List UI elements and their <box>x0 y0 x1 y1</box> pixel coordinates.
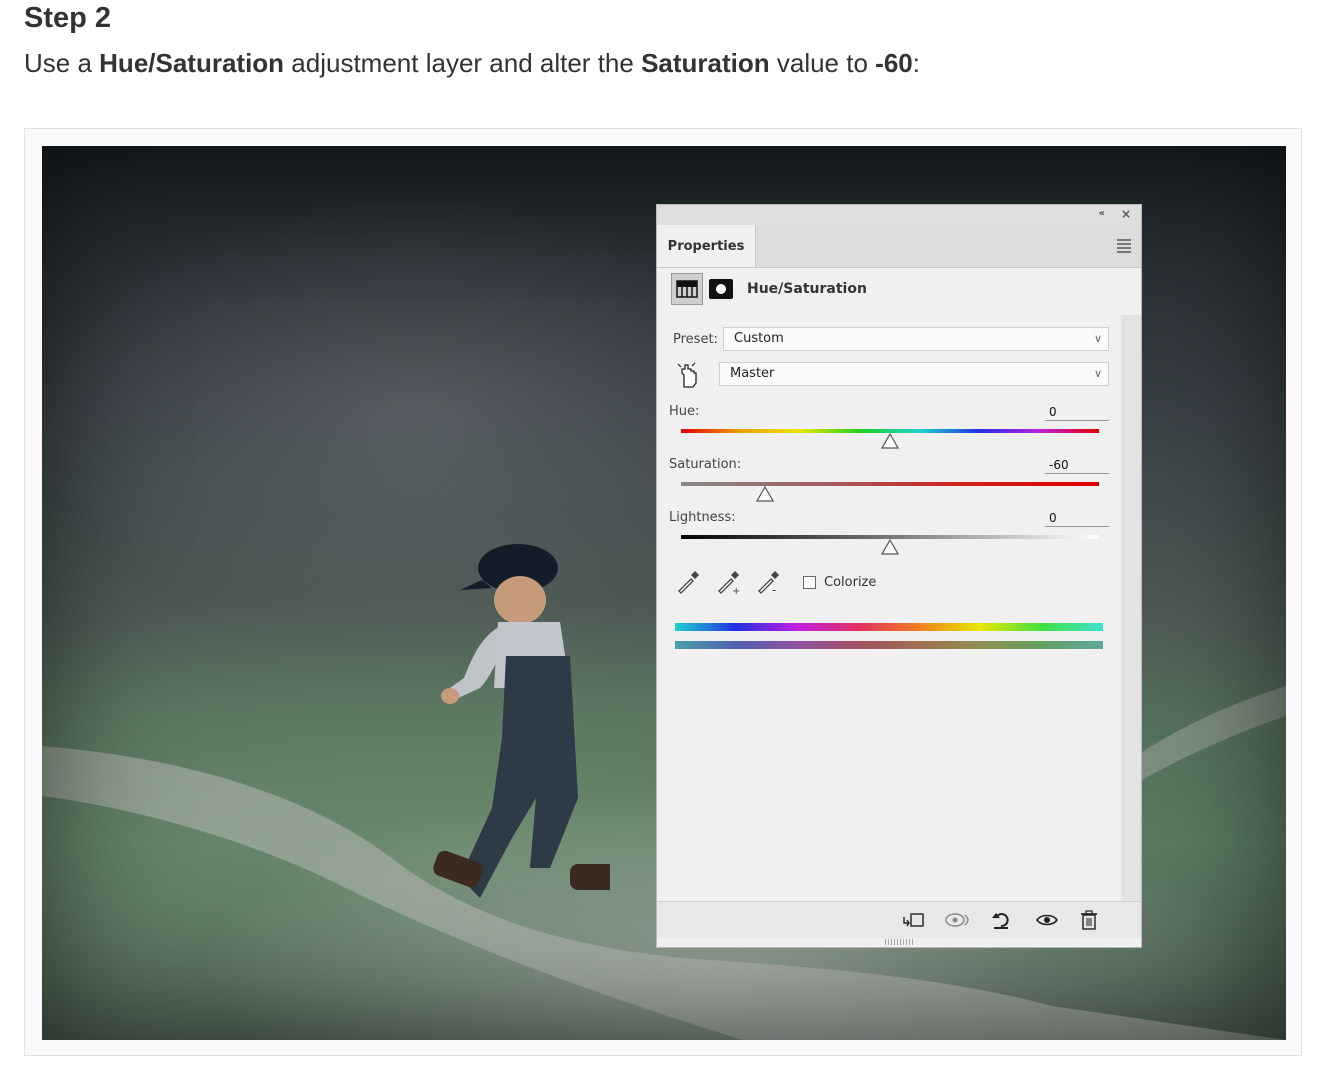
saturation-label: Saturation: <box>669 457 742 472</box>
input-color-bar <box>675 623 1103 631</box>
preset-select[interactable]: Custom ∨ <box>723 327 1109 351</box>
properties-panel: « × Properties Hue/Saturation Preset: Cu… <box>656 204 1142 948</box>
panel-title-bar: « × <box>657 205 1141 226</box>
eyedropper-tools: + - Colorize <box>675 569 876 595</box>
collapse-panel-icon[interactable]: « <box>1099 208 1105 219</box>
colorize-checkbox[interactable] <box>803 575 816 589</box>
tab-properties[interactable]: Properties <box>657 225 756 267</box>
hue-saturation-icon[interactable] <box>671 273 703 305</box>
targeted-adjustment-hand-icon[interactable] <box>675 361 701 389</box>
chevron-down-icon: ∨ <box>1093 367 1102 380</box>
resize-grip[interactable] <box>885 939 915 945</box>
eyedropper-icon[interactable] <box>675 569 701 595</box>
eyedropper-subtract-icon[interactable]: - <box>755 569 781 595</box>
adjustment-header: Hue/Saturation <box>671 273 867 305</box>
lightness-value-field[interactable]: 0 <box>1045 509 1109 527</box>
close-panel-icon[interactable]: × <box>1121 207 1131 221</box>
preset-label: Preset: <box>673 332 718 347</box>
saturation-value-field[interactable]: -60 <box>1045 456 1109 474</box>
panel-tabbar: Properties <box>657 225 1141 268</box>
view-previous-state-icon[interactable] <box>943 906 971 934</box>
colorize-label: Colorize <box>824 574 877 590</box>
scrollbar[interactable] <box>1121 315 1141 901</box>
panel-footer <box>657 901 1141 938</box>
hue-value-field[interactable]: 0 <box>1045 403 1109 421</box>
delete-trash-icon[interactable] <box>1075 906 1103 934</box>
channel-select[interactable]: Master ∨ <box>719 362 1109 386</box>
saturation-slider-track[interactable] <box>681 482 1099 486</box>
adjustment-title: Hue/Saturation <box>747 281 867 297</box>
reset-icon[interactable] <box>987 906 1015 934</box>
eyedropper-add-icon[interactable]: + <box>715 569 741 595</box>
step-instruction: Use a Hue/Saturation adjustment layer an… <box>24 48 920 78</box>
layer-mask-icon[interactable] <box>709 279 733 299</box>
visibility-eye-icon[interactable] <box>1033 906 1061 934</box>
colorize-option[interactable]: Colorize <box>803 575 876 590</box>
panel-menu-icon[interactable] <box>1117 239 1131 253</box>
clip-to-layer-icon[interactable] <box>899 906 927 934</box>
chevron-down-icon: ∨ <box>1093 332 1102 345</box>
hue-label: Hue: <box>669 404 700 419</box>
lightness-label: Lightness: <box>669 510 736 525</box>
svg-text:+: + <box>732 586 740 595</box>
svg-text:-: - <box>772 583 776 595</box>
step-heading: Step 2 <box>24 2 112 34</box>
output-color-bar <box>675 641 1103 649</box>
